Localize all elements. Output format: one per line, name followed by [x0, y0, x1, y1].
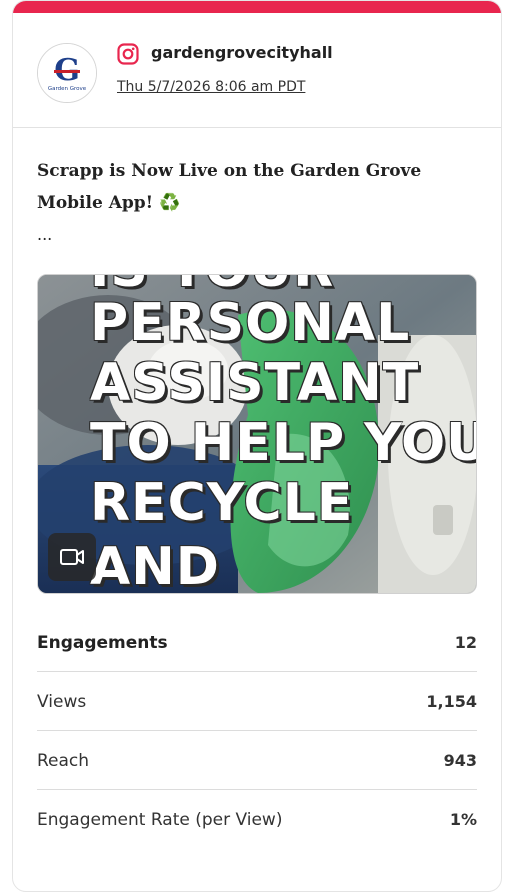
stat-value: 12: [454, 633, 477, 652]
stat-row-engagement-rate: Engagement Rate (per View) 1%: [37, 790, 477, 848]
stat-row-engagements: Engagements 12: [37, 613, 477, 672]
stat-value: 1%: [449, 810, 477, 829]
overlay-text-line: TO HELP YOU: [90, 413, 477, 473]
stat-label: Engagements: [37, 633, 168, 653]
stat-row-reach: Reach 943: [37, 731, 477, 790]
stat-value: 943: [443, 751, 477, 770]
stat-label: Reach: [37, 751, 90, 771]
instagram-icon: [117, 43, 139, 65]
video-badge: [48, 533, 96, 581]
garden-grove-logo-icon: G Garden Grove: [38, 44, 96, 102]
post-truncation-ellipsis[interactable]: ...: [37, 225, 52, 244]
stat-row-views: Views 1,154: [37, 672, 477, 731]
overlay-text-line: RECYCLE: [90, 473, 354, 533]
post-body-text: Scrapp is Now Live on the Garden Grove M…: [37, 161, 422, 213]
avatar[interactable]: G Garden Grove: [37, 43, 97, 103]
stat-value: 1,154: [426, 692, 477, 711]
video-icon: [60, 549, 84, 565]
overlay-text-line: ASSISTANT: [90, 353, 420, 413]
post-stats: Engagements 12 Views 1,154 Reach 943 Eng…: [37, 613, 477, 848]
stat-label: Views: [37, 692, 87, 712]
post-card: G Garden Grove gardengrovecityhall Thu 5…: [12, 0, 502, 892]
svg-text:Garden Grove: Garden Grove: [48, 86, 87, 92]
accent-bar: [13, 1, 501, 13]
post-media-thumbnail[interactable]: IS YOUR PERSONAL ASSISTANT TO HELP YOU R…: [37, 274, 477, 594]
stat-label: Engagement Rate (per View): [37, 810, 283, 830]
post-header: G Garden Grove gardengrovecityhall Thu 5…: [13, 13, 501, 128]
overlay-text-line: PERSONAL: [90, 293, 411, 353]
post-timestamp-link[interactable]: Thu 5/7/2026 8:06 am PDT: [117, 79, 305, 95]
account-username[interactable]: gardengrovecityhall: [151, 43, 333, 62]
overlay-text-line: AND: [90, 537, 220, 594]
